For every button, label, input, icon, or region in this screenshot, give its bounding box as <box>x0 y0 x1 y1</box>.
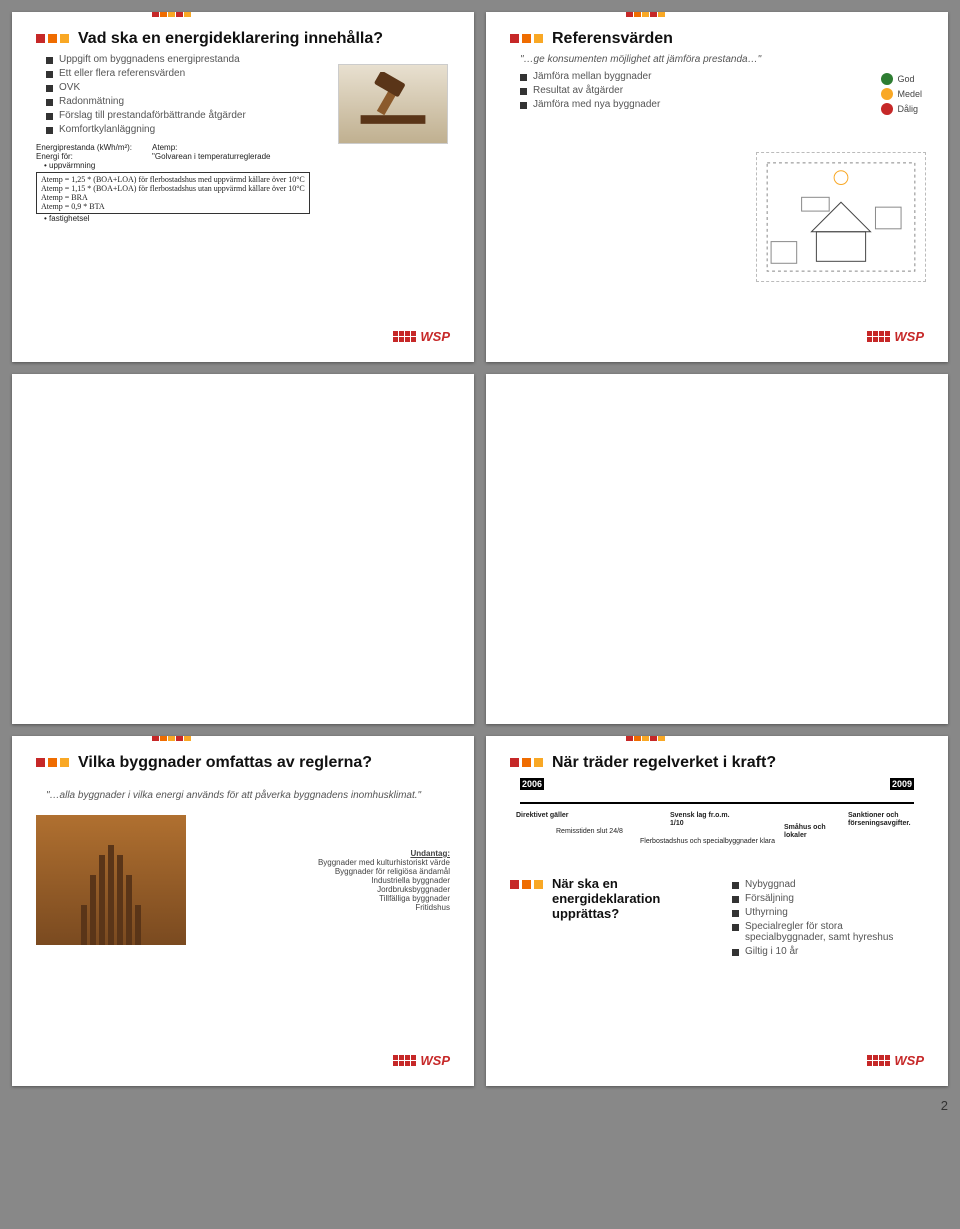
tl-klara: Flerbostadshus och specialbyggnader klar… <box>640 838 790 846</box>
logo-text: WSP <box>894 1053 924 1068</box>
slide-1: Vad ska en energideklarering innehålla? … <box>12 12 474 362</box>
exceptions-heading: Undantag: <box>202 849 450 858</box>
title-text: Vilka byggnader omfattas av reglerna? <box>78 754 372 772</box>
bullet: Jämföra med nya byggnader <box>533 99 660 110</box>
slide-6: När träder regelverket i kraft? 2006 200… <box>486 736 948 1086</box>
label: Atemp: <box>152 143 270 152</box>
formula: Atemp = 1,25 * (BOA+LOA) för flerbostads… <box>41 175 305 184</box>
bullet: Giltig i 10 år <box>745 946 798 957</box>
rating-bad: Dålig <box>897 104 918 114</box>
tl-smahus: Småhus och lokaler <box>784 824 834 839</box>
sagrada-image <box>36 815 186 945</box>
bullet: Radonmätning <box>59 96 124 107</box>
slide-4-blank <box>486 374 948 724</box>
slide-title: Vilka byggnader omfattas av reglerna? <box>36 754 450 772</box>
logo-text: WSP <box>420 329 450 344</box>
page-number: 2 <box>12 1098 948 1113</box>
exception: Byggnader med kulturhistoriskt värde <box>202 858 450 867</box>
bullet: Ett eller flera referensvärden <box>59 68 185 79</box>
wsp-logo: WSP <box>867 329 924 344</box>
formula: Atemp = 0,9 * BTA <box>41 202 305 211</box>
formula-box: Atemp = 1,25 * (BOA+LOA) för flerbostads… <box>36 172 310 214</box>
formula: Atemp = BRA <box>41 193 305 202</box>
slide-title: Referensvärden <box>510 30 924 48</box>
bullet: Resultat av åtgärder <box>533 85 623 96</box>
item: fastighetsel <box>49 214 89 223</box>
label: Energi för: <box>36 152 132 161</box>
rating-good: God <box>897 74 914 84</box>
bullet: Jämföra mellan byggnader <box>533 71 651 82</box>
subtitle: När ska en energideklaration upprättas? <box>510 876 712 921</box>
logo-text: WSP <box>420 1053 450 1068</box>
title-text: När träder regelverket i kraft? <box>552 754 776 772</box>
wsp-logo: WSP <box>393 329 450 344</box>
title-text: Vad ska en energideklarering innehålla? <box>78 30 383 48</box>
slide-title: När träder regelverket i kraft? <box>510 754 924 772</box>
gavel-image <box>338 64 448 144</box>
bullet: Försäljning <box>745 893 794 904</box>
tl-remiss: Remisstiden slut 24/8 <box>556 828 623 836</box>
rating-medium: Medel <box>897 89 922 99</box>
exception: Fritidshus <box>202 903 450 912</box>
formula: Atemp = 1,15 * (BOA+LOA) för flerbostads… <box>41 184 305 193</box>
exception: Byggnader för religiösa ändamål <box>202 867 450 876</box>
bullet: Uthyrning <box>745 907 788 918</box>
year-start: 2006 <box>520 778 544 790</box>
bullet: Förslag till prestandaförbättrande åtgär… <box>59 110 246 121</box>
rating-legend: God Medel Dålig <box>881 70 922 118</box>
wsp-logo: WSP <box>393 1053 450 1068</box>
tl-direktivet: Direktivet gäller <box>516 812 569 820</box>
label: Energiprestanda (kWh/m²): <box>36 143 132 152</box>
title-text: Referensvärden <box>552 30 673 48</box>
building-diagram <box>756 152 926 282</box>
logo-text: WSP <box>894 329 924 344</box>
subtitle-text: När ska en energideklaration upprättas? <box>552 876 712 921</box>
tl-svensk: Svensk lag fr.o.m. 1/10 <box>670 812 730 827</box>
body-quote: "…alla byggnader i vilka energi används … <box>46 790 450 801</box>
bullet: OVK <box>59 82 80 93</box>
slide-3-blank <box>12 374 474 724</box>
slide-2: Referensvärden "…ge konsumenten möjlighe… <box>486 12 948 362</box>
bullet: Nybyggnad <box>745 879 796 890</box>
tl-sanktioner: Sanktioner och förseningsavgifter. <box>848 812 918 827</box>
quote: "…ge konsumenten möjlighet att jämföra p… <box>520 54 924 65</box>
exception: Industriella byggnader <box>202 876 450 885</box>
item: uppvärmning <box>49 161 95 170</box>
bullet: Specialregler för stora specialbyggnader… <box>745 921 924 943</box>
exception: Tillfälliga byggnader <box>202 894 450 903</box>
bullet: Komfortkylanläggning <box>59 124 155 135</box>
slide-5: Vilka byggnader omfattas av reglerna? "…… <box>12 736 474 1086</box>
timeline: 2006 2009 Direktivet gäller Remisstiden … <box>510 778 924 868</box>
label: "Golvarean i temperaturreglerade <box>152 152 270 161</box>
year-end: 2009 <box>890 778 914 790</box>
wsp-logo: WSP <box>867 1053 924 1068</box>
energy-details: Energiprestanda (kWh/m²): Energi för: • … <box>36 143 450 223</box>
bullet: Uppgift om byggnadens energiprestanda <box>59 54 240 65</box>
exception: Jordbruksbyggnader <box>202 885 450 894</box>
slide-title: Vad ska en energideklarering innehålla? <box>36 30 450 48</box>
